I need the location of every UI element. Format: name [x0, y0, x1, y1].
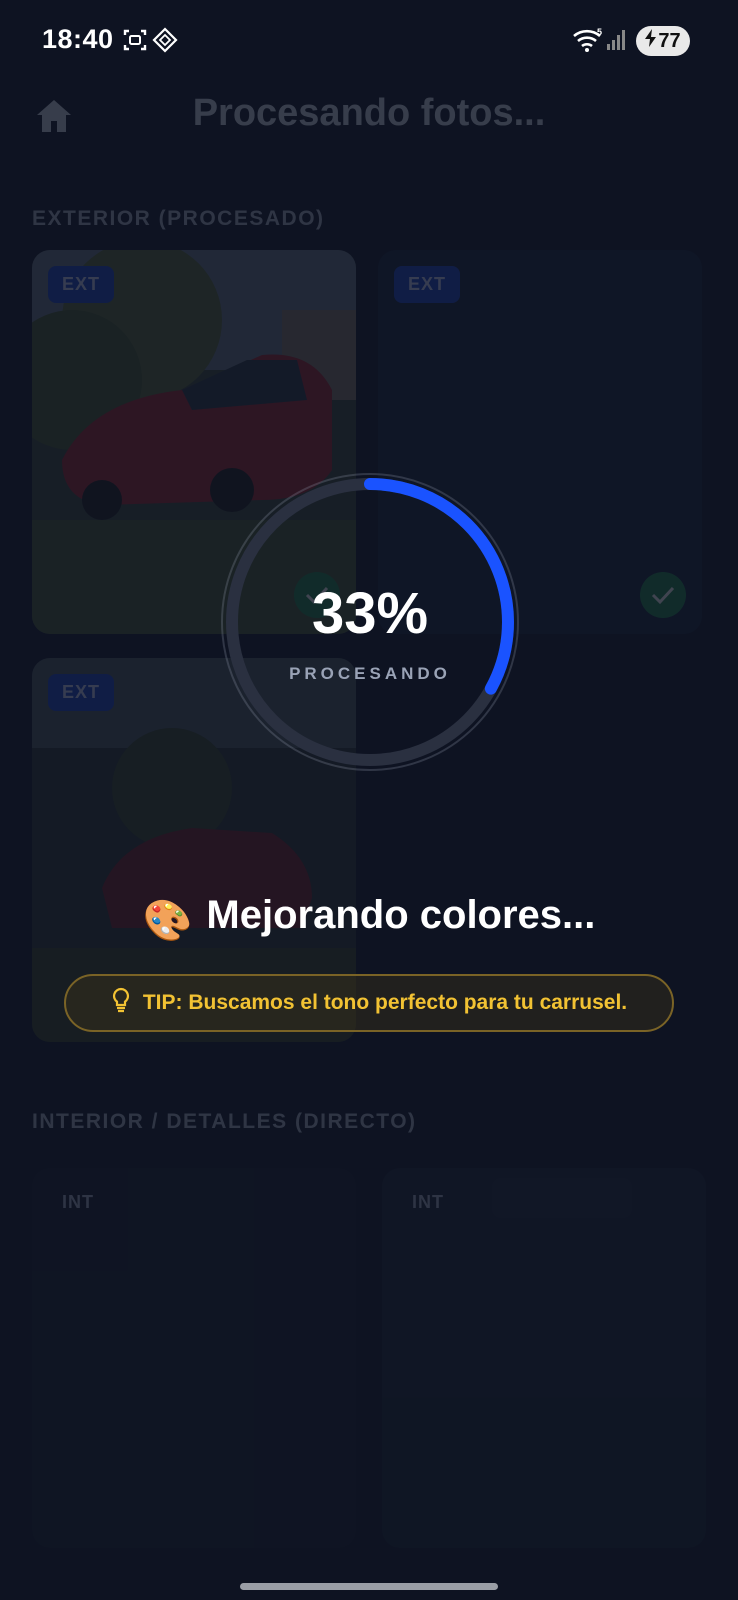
palette-icon: 🎨	[142, 899, 193, 943]
tip-banner: TIP: Buscamos el tono perfecto para tu c…	[64, 974, 674, 1032]
lightbulb-icon	[111, 987, 131, 1019]
wifi-icon: 5	[572, 27, 604, 58]
status-text: Mejorando colores...	[206, 893, 596, 937]
battery-indicator: 77	[636, 26, 690, 56]
progress-label: PROCESANDO	[289, 664, 451, 683]
battery-level: 77	[658, 29, 681, 52]
status-time: 18:40	[42, 24, 114, 54]
status-bar: 18:40 5 77	[0, 0, 738, 82]
home-indicator[interactable]	[240, 1583, 498, 1590]
signal-icon	[606, 27, 628, 56]
charging-icon	[645, 29, 657, 53]
tip-text: TIP: Buscamos el tono perfecto para tu c…	[142, 991, 628, 1014]
processing-overlay	[0, 0, 738, 1600]
svg-text:5: 5	[597, 27, 602, 37]
screenshot-icon	[122, 27, 148, 58]
status-message: 🎨 Mejorando colores...	[0, 893, 738, 944]
app-diamond-icon	[152, 27, 178, 58]
progress-ring: 33% PROCESANDO	[218, 470, 522, 774]
progress-percent: 33%	[311, 581, 429, 646]
